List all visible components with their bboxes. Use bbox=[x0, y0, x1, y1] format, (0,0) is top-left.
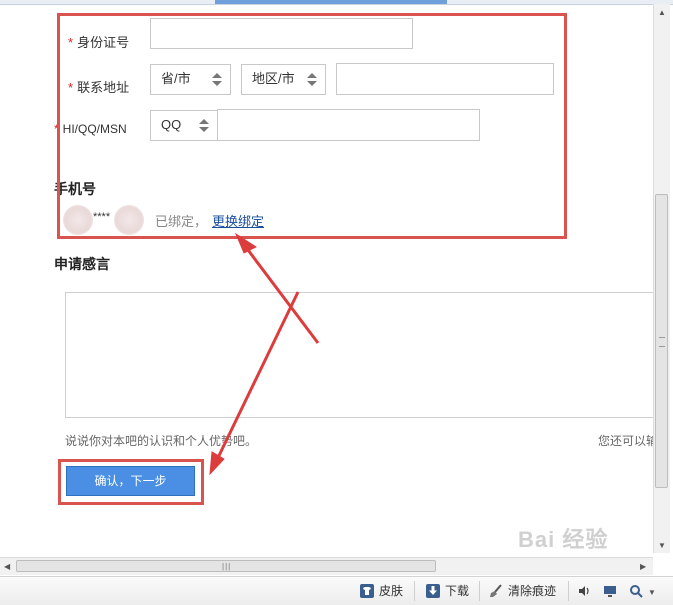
grip-icon: ||| bbox=[222, 562, 232, 571]
vertical-scrollbar[interactable]: ▲ ▼ bbox=[653, 4, 670, 553]
status-separator bbox=[568, 581, 569, 601]
browser-status-bar: 皮肤 下载 清除痕迹 ▼ bbox=[0, 576, 673, 605]
chevron-down-icon: ▼ bbox=[648, 588, 656, 597]
status-separator bbox=[414, 581, 415, 601]
broom-icon bbox=[490, 584, 502, 597]
scroll-right-arrow-icon[interactable]: ▶ bbox=[640, 562, 646, 572]
arrow-head-down-icon bbox=[209, 451, 225, 476]
volume-button[interactable] bbox=[577, 582, 596, 600]
scroll-up-arrow-icon[interactable]: ▲ bbox=[658, 8, 666, 18]
zoom-button[interactable]: ▼ bbox=[629, 582, 656, 600]
scroll-down-arrow-icon[interactable]: ▼ bbox=[658, 541, 666, 551]
magnifier-icon bbox=[630, 585, 643, 598]
horizontal-scrollbar[interactable]: ◀ ||| ▶ bbox=[0, 557, 653, 575]
download-icon bbox=[426, 584, 440, 598]
clear-traces-button[interactable]: 清除痕迹 bbox=[489, 582, 556, 600]
skin-button[interactable]: 皮肤 bbox=[360, 582, 403, 600]
screen-button[interactable] bbox=[603, 582, 622, 600]
speaker-icon bbox=[579, 586, 589, 596]
baidu-jingyan-watermark: Bai 经验 bbox=[518, 527, 609, 552]
grip-icon bbox=[659, 337, 665, 347]
vertical-scroll-thumb[interactable] bbox=[655, 194, 668, 488]
arrow-to-button bbox=[212, 291, 300, 467]
horizontal-scroll-thumb[interactable]: ||| bbox=[16, 560, 436, 572]
arrow-head-up-icon bbox=[234, 232, 258, 254]
annotation-arrows bbox=[209, 232, 320, 476]
scroll-left-arrow-icon[interactable]: ◀ bbox=[4, 562, 10, 572]
status-separator bbox=[479, 581, 480, 601]
download-button[interactable]: 下载 bbox=[426, 582, 469, 600]
tshirt-icon bbox=[360, 584, 374, 598]
monitor-icon bbox=[604, 586, 616, 597]
